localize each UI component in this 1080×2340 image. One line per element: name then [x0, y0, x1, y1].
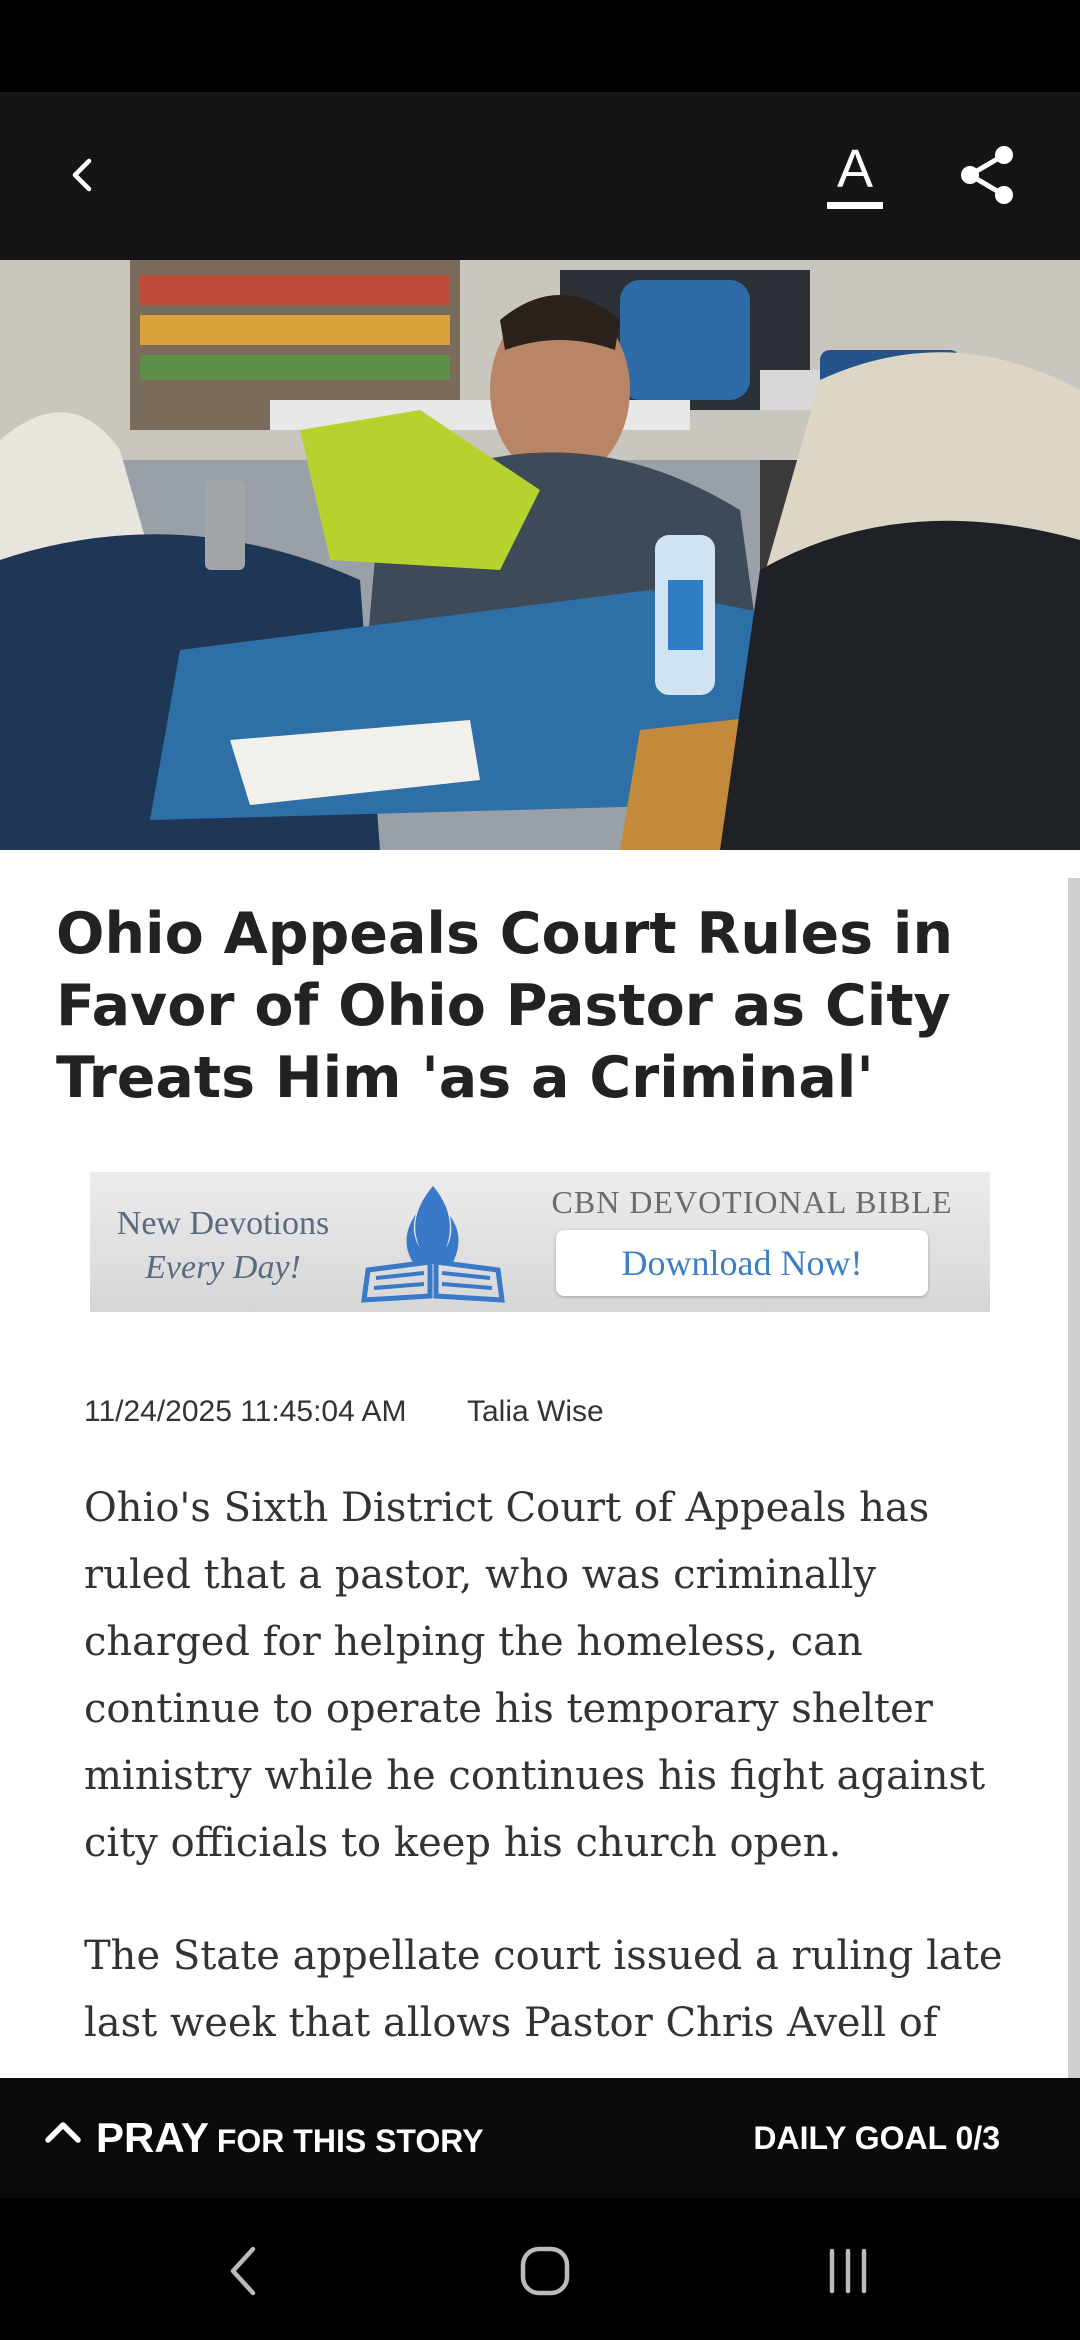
system-navigation-bar	[0, 2198, 1080, 2340]
font-size-icon: A	[836, 138, 874, 199]
article-hero-image	[0, 260, 1080, 850]
article-paragraph: The State appellate court issued a rulin…	[84, 1933, 1003, 2046]
app-header: A	[0, 92, 1080, 260]
daily-goal-counter: DAILY GOAL 0/3	[753, 2120, 1000, 2156]
share-button[interactable]	[945, 132, 1031, 218]
nav-home-icon	[520, 2246, 570, 2296]
nav-recents-icon	[829, 2248, 867, 2294]
article-author[interactable]: Talia Wise	[467, 1395, 604, 1429]
ad-tagline: New Devotions Every Day!	[108, 1202, 338, 1290]
ad-tagline-line2: Every Day!	[145, 1249, 301, 1286]
chevron-left-icon	[72, 158, 92, 192]
pray-suffix: FOR THIS STORY	[216, 2123, 484, 2159]
ad-banner[interactable]: New Devotions Every Day! CBN DEVOTIONAL …	[90, 1172, 990, 1312]
article-date: 11/24/2025 11:45:04 AM	[84, 1395, 407, 1428]
pray-label: PRAY FOR THIS STORY	[96, 2114, 484, 2165]
bible-flame-logo-icon	[361, 1186, 505, 1303]
ad-title: CBN DEVOTIONAL BIBLE	[551, 1184, 953, 1220]
back-button[interactable]	[40, 132, 126, 218]
nav-recents-button[interactable]	[798, 2226, 898, 2316]
font-size-button[interactable]: A	[800, 132, 910, 218]
chevron-up-icon	[45, 2122, 81, 2143]
pray-word: PRAY	[96, 2114, 209, 2161]
nav-back-icon	[230, 2246, 256, 2296]
pray-for-story-bar[interactable]: PRAY FOR THIS STORY DAILY GOAL 0/3	[0, 2078, 1080, 2198]
article-headline: Ohio Appeals Court Rules in Favor of Ohi…	[56, 901, 954, 1111]
nav-home-button[interactable]	[495, 2226, 595, 2316]
article-paragraph: Ohio's Sixth District Court of Appeals h…	[84, 1485, 986, 1866]
ad-download-button[interactable]: Download Now!	[556, 1230, 928, 1296]
article-body: Ohio's Sixth District Court of Appeals h…	[84, 1475, 1004, 2075]
font-size-underline	[827, 201, 883, 209]
status-bar	[0, 0, 1080, 92]
ad-tagline-line1: New Devotions	[116, 1205, 330, 1242]
nav-back-button[interactable]	[194, 2226, 294, 2316]
share-icon	[961, 146, 1013, 204]
scrollbar[interactable]	[1068, 878, 1080, 2078]
